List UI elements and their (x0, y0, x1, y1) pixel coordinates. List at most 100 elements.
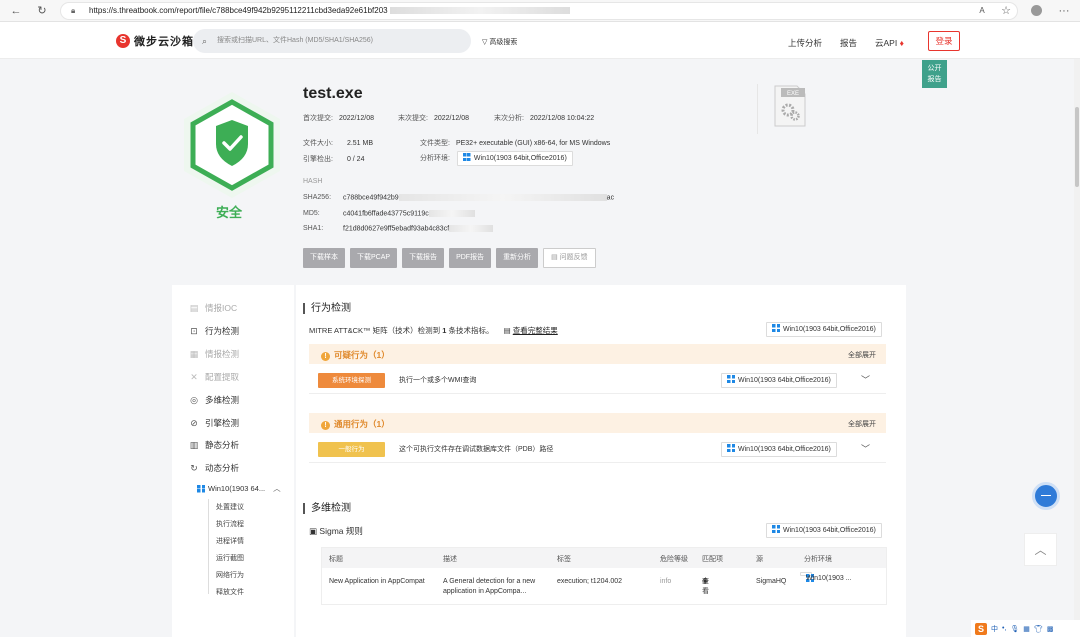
advanced-search-link[interactable]: ▽ 高级搜索 (482, 37, 517, 47)
windows-icon (197, 484, 205, 493)
ime-mode-icon[interactable]: 中 (991, 624, 998, 634)
sidebar-sub-item[interactable]: 处置建议 (216, 502, 244, 512)
chevron-down-icon[interactable]: ﹀ (861, 373, 870, 386)
mitre-prefix: MITRE ATT&CK™ 矩阵（技术）检测到 (309, 326, 441, 335)
expand-all-button[interactable]: 全部展开 (848, 350, 876, 360)
sidebar-item-label: 多维检测 (205, 394, 240, 405)
windows-icon (727, 375, 735, 383)
engine-value: 0 / 24 (346, 156, 365, 163)
col-level: 危险等级 (660, 556, 688, 563)
cell-env-badge: Win10(1903 ... (800, 572, 852, 582)
exe-file-icon: EXE (774, 85, 806, 127)
file-size-value: 2.51 MB (346, 140, 374, 147)
nav-upload[interactable]: 上传分析 (788, 37, 822, 49)
behavior-icon: ⊡ (190, 325, 198, 336)
behavior-row[interactable]: 一般行为 这个可执行文件存在调试数据库文件（PDB）路径 Win10(1903 … (309, 436, 886, 463)
logo[interactable]: S 微步云沙箱 (116, 33, 194, 49)
ime-mic-icon[interactable]: 🎙︎ (1010, 625, 1019, 633)
url-text: https://s.threatbook.com/report/file/c78… (89, 6, 388, 15)
sidebar-item-label: 引擎检测 (205, 417, 240, 428)
floating-assist-button[interactable] (1032, 482, 1060, 510)
md5-text: c4041fb6ffade43775c9119c (343, 210, 429, 218)
download-sample-button[interactable]: 下载样本 (303, 248, 345, 268)
read-aloud-icon[interactable]: A (974, 3, 990, 19)
sidebar-sub-item[interactable]: 运行截图 (216, 553, 244, 563)
svg-text:EXE: EXE (787, 91, 799, 97)
sigma-table: 标题 描述 标签 危险等级 匹配项 源 分析环境 New Application… (321, 547, 887, 605)
chevron-down-icon[interactable]: ﹀ (861, 442, 870, 455)
sidebar-item-5[interactable]: ◎ 多维检测 (189, 394, 239, 406)
suspicious-group-header[interactable]: ! 可疑行为（1） 全部展开 (309, 344, 886, 364)
sha1-text: f21d8d0627e9ff5ebadf93ab4c83cf (343, 225, 450, 233)
dynamic-icon: ↻ (190, 463, 198, 474)
feedback-button[interactable]: ▤ 问题反馈 (543, 248, 596, 268)
sidebar-item-1[interactable]: ▤ 情报IOC (189, 302, 237, 314)
sidebar-sub-item[interactable]: 释放文件 (216, 587, 244, 597)
col-desc: 描述 (443, 556, 457, 563)
download-pcap-button[interactable]: 下载PCAP (350, 248, 398, 268)
nav-cloud-api[interactable]: 云API ♦ (875, 37, 904, 49)
md5-row: MD5: c4041fb6ffade43775c9119c (303, 210, 475, 217)
reanalyze-button[interactable]: 重新分析 (496, 248, 539, 268)
first-submit-label: 首次提交: (303, 115, 333, 122)
sigma-env-text: Win10(1903 64bit,Office2016) (783, 527, 876, 534)
sidebar-env-item[interactable]: Win10(1903 64... ︿ (197, 483, 281, 494)
mitre-count: 1 (442, 326, 447, 335)
sidebar-item-2[interactable]: ⊡ 行为检测 (189, 325, 239, 337)
view-full-link[interactable]: ▤ 查看完整结果 (504, 326, 558, 335)
ime-skin-icon[interactable]: 👕︎ (1034, 625, 1043, 633)
file-size-label: 文件大小: (303, 140, 333, 147)
sidebar-item-3[interactable]: ▦ 情报检测 (189, 348, 239, 360)
sidebar-sub-item[interactable]: 执行流程 (216, 519, 244, 529)
sidebar-sub-item[interactable]: 进程详情 (216, 536, 244, 546)
divider (757, 84, 758, 134)
sidebar-item-4[interactable]: ✕ 配置提取 (189, 371, 239, 383)
hash-heading: HASH (303, 178, 323, 185)
login-button[interactable]: 登录 (928, 31, 960, 51)
pdf-report-button[interactable]: PDF报告 (449, 248, 492, 268)
nav-report[interactable]: 报告 (840, 37, 857, 49)
ime-menu-icon[interactable]: ▩ (1047, 625, 1054, 633)
env-label: 分析环境: (420, 155, 450, 162)
search-input[interactable]: ⌕ 搜索或扫描URL、文件Hash (MD5/SHA1/SHA256) (193, 29, 471, 53)
feedback-label: 问题反馈 (559, 254, 588, 261)
more-icon[interactable]: ··· (1056, 3, 1072, 19)
address-bar[interactable]: 🔒︎ https://s.threatbook.com/report/file/… (60, 2, 1018, 20)
general-group-header[interactable]: ! 通用行为（1） 全部展开 (309, 413, 886, 433)
ime-logo-icon[interactable]: S (975, 622, 987, 635)
sidebar-item-8[interactable]: ↻ 动态分析 (189, 462, 239, 474)
sidebar-sub-item[interactable]: 网络行为 (216, 570, 244, 580)
cell-title: New Application in AppCompat (329, 578, 425, 585)
public-report-tab[interactable]: 公开 报告 (922, 60, 947, 88)
expand-all-button[interactable]: 全部展开 (848, 419, 876, 429)
back-to-top-button[interactable]: ︿ (1024, 533, 1057, 566)
multi-icon: ◎ (190, 394, 198, 405)
page-scrollbar[interactable] (1074, 59, 1080, 637)
ime-keyboard-icon[interactable]: ▦ (1023, 625, 1030, 633)
chevron-up-icon: ︿ (273, 484, 281, 493)
url-redacted (389, 7, 570, 15)
ime-toolbar: S 中 •, 🎙︎ ▦ 👕︎ ▩ (971, 620, 1080, 637)
main-content: 行为检测 MITRE ATT&CK™ 矩阵（技术）检测到 1 条技术指标。 ▤ … (296, 285, 906, 637)
safe-shield-icon (184, 92, 280, 198)
sha1-value[interactable]: f21d8d0627e9ff5ebadf93ab4c83cf (343, 225, 494, 233)
config-icon: ✕ (190, 371, 198, 382)
env-badge: Win10(1903 64bit,Office2016) (456, 151, 573, 166)
sha256-tail: ac (606, 194, 615, 202)
download-report-button[interactable]: 下载报告 (402, 248, 445, 268)
first-submit-value: 2022/12/08 (338, 115, 374, 122)
sha256-value[interactable]: c788bce49f942b9 ac (343, 194, 614, 201)
behavior-row[interactable]: 系统环境探测 执行一个或多个WMI查询 Win10(1903 64bit,Off… (309, 367, 886, 394)
site-header: S 微步云沙箱 ⌕ 搜索或扫描URL、文件Hash (MD5/SHA1/SHA2… (0, 22, 1080, 59)
profile-icon[interactable] (1028, 3, 1044, 19)
refresh-icon[interactable]: ↻ (34, 3, 50, 19)
md5-value[interactable]: c4041fb6ffade43775c9119c (343, 210, 475, 217)
last-submit-label: 末次提交: (398, 115, 428, 122)
sidebar-item-6[interactable]: ⊘ 引擎检测 (189, 417, 239, 429)
public-report-line1: 公开 (927, 65, 942, 72)
favorite-icon[interactable]: ☆ (998, 3, 1014, 19)
cell-env-text: Win10(1903 ... (806, 575, 852, 582)
ime-punct-icon[interactable]: •, (1002, 625, 1006, 632)
sidebar-item-7[interactable]: ▥ 静态分析 (189, 439, 239, 451)
back-icon[interactable]: ← (8, 3, 24, 19)
